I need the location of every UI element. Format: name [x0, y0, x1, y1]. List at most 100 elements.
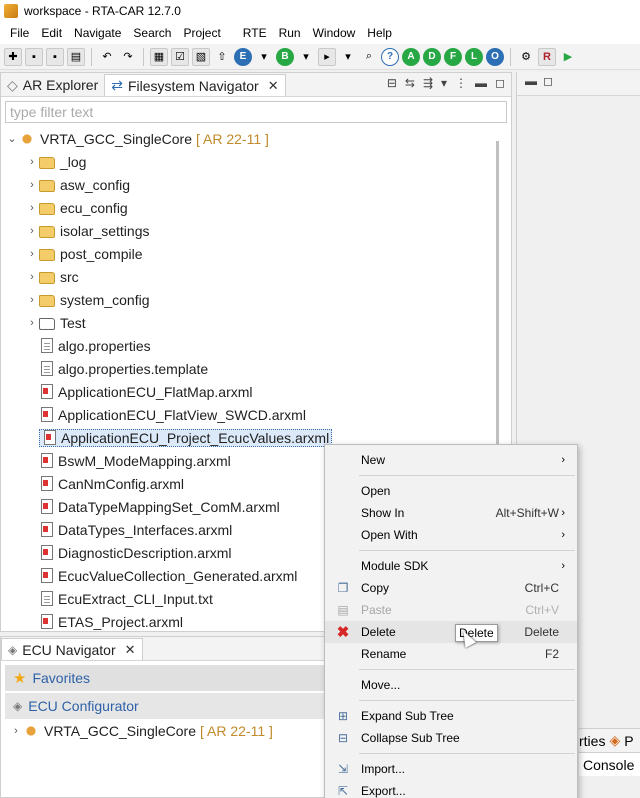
menu-item-module-sdk[interactable]: Module SDK › [325, 555, 577, 577]
menu-item-import[interactable]: ⇲ Import... [325, 758, 577, 780]
menu-edit[interactable]: Edit [35, 26, 68, 40]
chevron-down-icon[interactable]: ▾ [441, 76, 447, 90]
print-icon[interactable]: ▤ [67, 47, 85, 66]
arrow-up-icon[interactable]: ⇧ [213, 48, 231, 66]
minimize-icon[interactable]: ▬ [475, 76, 487, 90]
menu-item-paste[interactable]: ▤ Paste Ctrl+V [325, 599, 577, 621]
filter-input[interactable]: type filter text [5, 101, 507, 123]
step-icon[interactable]: ▸ [318, 47, 336, 66]
chevron-right-icon[interactable]: › [25, 156, 39, 168]
chevron-down-icon[interactable]: ⌄ [5, 132, 19, 145]
folder-item[interactable]: › post_compile [1, 242, 511, 265]
f-button[interactable]: F [444, 47, 462, 66]
chevron-right-icon[interactable]: › [9, 725, 23, 737]
help-icon[interactable]: ? [381, 47, 399, 66]
l-button[interactable]: L [465, 47, 483, 66]
selection-highlight[interactable]: ApplicationECU_Project_EcucValues.arxml [39, 428, 333, 447]
menu-file[interactable]: File [4, 26, 35, 40]
chevron-down-icon[interactable]: ▾ [297, 48, 315, 66]
d-button[interactable]: D [423, 47, 441, 66]
chevron-down-icon[interactable]: ▾ [339, 48, 357, 66]
checklist-icon[interactable]: ☑ [171, 47, 189, 66]
tab-p-partial[interactable]: P [624, 733, 633, 749]
folder-item[interactable]: › system_config [1, 288, 511, 311]
view-menu-icon[interactable]: ⋮ [455, 76, 467, 90]
menu-separator [359, 550, 575, 551]
chevron-right-icon[interactable]: › [25, 271, 39, 283]
menu-help[interactable]: Help [361, 26, 398, 40]
menu-item-new[interactable]: New › [325, 449, 577, 471]
close-icon[interactable]: ✕ [125, 642, 136, 658]
folder-icon [39, 272, 55, 284]
chevron-right-icon[interactable]: › [25, 225, 39, 237]
arxml-file-icon [41, 407, 53, 422]
save-all-icon[interactable]: ▪ [46, 47, 64, 66]
tab-ar-explorer[interactable]: ◇ AR Explorer [1, 74, 104, 96]
menu-rte[interactable]: RTE [237, 26, 273, 40]
text-file-icon [41, 591, 53, 606]
r-button[interactable]: R [538, 47, 556, 66]
menu-item-move[interactable]: Move... [325, 674, 577, 696]
undo-icon[interactable]: ↶ [98, 48, 116, 66]
new-icon[interactable]: ✚ [4, 47, 22, 66]
a-button[interactable]: A [402, 47, 420, 66]
chevron-right-icon[interactable]: › [25, 317, 39, 329]
right-pane-header: ▬◻ [517, 72, 640, 96]
close-icon[interactable]: ✕ [268, 78, 279, 94]
menu-item-open[interactable]: Open [325, 480, 577, 502]
arxml-file-icon [41, 568, 53, 583]
filter-icon[interactable]: ⇶ [423, 76, 433, 90]
b-button[interactable]: B [276, 47, 294, 66]
menu-item-expand-sub-tree[interactable]: ⊞ Expand Sub Tree [325, 705, 577, 727]
chevron-right-icon[interactable]: › [25, 202, 39, 214]
folder-item[interactable]: › asw_config [1, 173, 511, 196]
tab-properties-partial[interactable]: rties [579, 733, 605, 749]
chevron-right-icon[interactable]: › [25, 179, 39, 191]
chevron-down-icon[interactable]: ▾ [255, 48, 273, 66]
file-item[interactable]: ApplicationECU_FlatView_SWCD.arxml [1, 403, 511, 426]
run-icon[interactable]: ▶ [559, 48, 577, 66]
menu-project[interactable]: Project [177, 26, 226, 40]
clipboard-icon[interactable]: ▧ [192, 47, 210, 66]
menu-shortcut: F2 [544, 647, 559, 661]
minimize-maximize-icons[interactable]: ▬◻ [525, 74, 559, 88]
console-tab[interactable]: Console [579, 752, 640, 776]
save-icon[interactable]: ▪ [25, 47, 43, 66]
zoom-icon[interactable]: ⌕ [360, 48, 378, 66]
gear-icon[interactable]: ⚙ [517, 48, 535, 66]
binary-icon[interactable]: ▦ [150, 47, 168, 66]
folder-item[interactable]: › _log [1, 150, 511, 173]
file-item[interactable]: algo.properties [1, 334, 511, 357]
tab-filesystem-navigator[interactable]: ⇄ Filesystem Navigator ✕ [104, 74, 286, 96]
folder-item[interactable]: › isolar_settings [1, 219, 511, 242]
menu-item-collapse-sub-tree[interactable]: ⊟ Collapse Sub Tree [325, 727, 577, 749]
menu-item-copy[interactable]: ❐ Copy Ctrl+C [325, 577, 577, 599]
copy-icon: ❐ [337, 581, 349, 595]
menu-search[interactable]: Search [127, 26, 177, 40]
folder-icon [39, 157, 55, 169]
e-button[interactable]: E [234, 47, 252, 66]
collapse-all-icon[interactable]: ⊟ [387, 76, 397, 90]
file-icon [41, 361, 53, 376]
chevron-right-icon[interactable]: › [25, 248, 39, 260]
o-button[interactable]: O [486, 47, 504, 66]
folder-item[interactable]: › src [1, 265, 511, 288]
tab-ecu-navigator[interactable]: ◈ ECU Navigator ✕ [1, 638, 143, 660]
menu-run[interactable]: Run [273, 26, 307, 40]
menu-item-export[interactable]: ⇱ Export... [325, 780, 577, 798]
link-editor-icon[interactable]: ⇆ [405, 76, 415, 90]
folder-item[interactable]: › Test [1, 311, 511, 334]
redo-icon[interactable]: ↷ [119, 48, 137, 66]
maximize-icon[interactable]: ◻ [495, 76, 505, 90]
menu-navigate[interactable]: Navigate [68, 26, 127, 40]
chevron-right-icon[interactable]: › [25, 294, 39, 306]
file-item[interactable]: ApplicationECU_FlatMap.arxml [1, 380, 511, 403]
menu-item-delete[interactable]: ✖ Delete Delete [325, 621, 577, 643]
menu-item-open-with[interactable]: Open With › [325, 524, 577, 546]
menu-item-show-in[interactable]: Show In Alt+Shift+W › [325, 502, 577, 524]
folder-item[interactable]: › ecu_config [1, 196, 511, 219]
tree-root[interactable]: ⌄ VRTA_GCC_SingleCore [ AR 22-11 ] [1, 127, 511, 150]
menu-window[interactable]: Window [307, 26, 362, 40]
menu-item-rename[interactable]: Rename F2 [325, 643, 577, 665]
file-item[interactable]: algo.properties.template [1, 357, 511, 380]
